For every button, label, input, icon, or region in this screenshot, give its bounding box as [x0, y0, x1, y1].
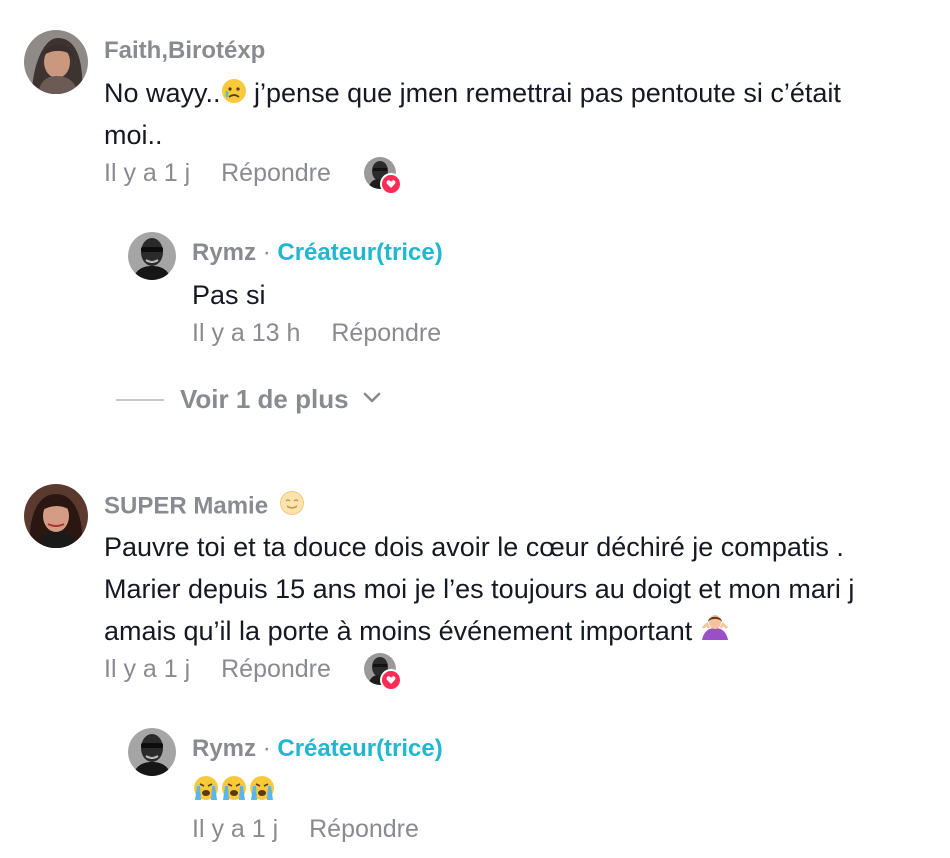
reply-button[interactable]: Répondre: [309, 814, 419, 844]
woman-shrugging-emoji: [700, 612, 730, 654]
creator-label: Créateur(trice): [277, 735, 443, 762]
reply-text: Pas si: [192, 280, 266, 310]
avatar[interactable]: [128, 728, 176, 776]
avatar[interactable]: [128, 232, 176, 280]
comment-text-line2: Marier depuis 15 ans moi je l’es toujour…: [104, 574, 855, 604]
comment-username[interactable]: SUPER Mamie: [104, 490, 305, 524]
reply-button[interactable]: Répondre: [221, 654, 331, 684]
heart-icon: [380, 173, 402, 195]
smiling-face-emoji: [279, 490, 305, 524]
comment-meta: Il y a 1 j Répondre: [104, 158, 331, 188]
loudly-crying-face-emoji: [192, 772, 276, 814]
reply-meta: Il y a 13 h Répondre: [192, 318, 441, 348]
heart-icon: [380, 669, 402, 691]
reply-timestamp: Il y a 1 j: [192, 815, 279, 843]
view-more-replies-button[interactable]: Voir 1 de plus: [116, 384, 381, 415]
comment-username[interactable]: Faith,Birotéxp: [104, 36, 265, 66]
reply-meta: Il y a 1 j Répondre: [192, 814, 419, 844]
reply-timestamp: Il y a 13 h: [192, 319, 301, 347]
reply-button[interactable]: Répondre: [331, 318, 441, 348]
comment-timestamp: Il y a 1 j: [104, 159, 191, 187]
sad-but-relieved-face-emoji: [221, 74, 247, 116]
comment-timestamp: Il y a 1 j: [104, 655, 191, 683]
reply-username[interactable]: Rymz · Créateur(trice): [192, 734, 443, 764]
reply-username[interactable]: Rymz · Créateur(trice): [192, 238, 443, 268]
avatar[interactable]: [24, 484, 88, 548]
divider: [116, 398, 164, 401]
reply-text: [192, 770, 276, 814]
comment-text-line3: amais qu’il la porte à moins événement i…: [104, 610, 730, 654]
reply-button[interactable]: Répondre: [221, 158, 331, 188]
comment-text: No wayy.. j’pense que jmen remettrai pas…: [104, 72, 841, 116]
comment-text-line2: moi..: [104, 120, 163, 150]
creator-label: Créateur(trice): [277, 239, 443, 266]
creator-liked-badge: [364, 157, 402, 195]
chevron-down-icon: [363, 391, 381, 409]
avatar[interactable]: [24, 30, 88, 94]
comment-meta: Il y a 1 j Répondre: [104, 654, 331, 684]
creator-liked-badge: [364, 653, 402, 691]
comment-text: Pauvre toi et ta douce dois avoir le cœu…: [104, 532, 844, 562]
